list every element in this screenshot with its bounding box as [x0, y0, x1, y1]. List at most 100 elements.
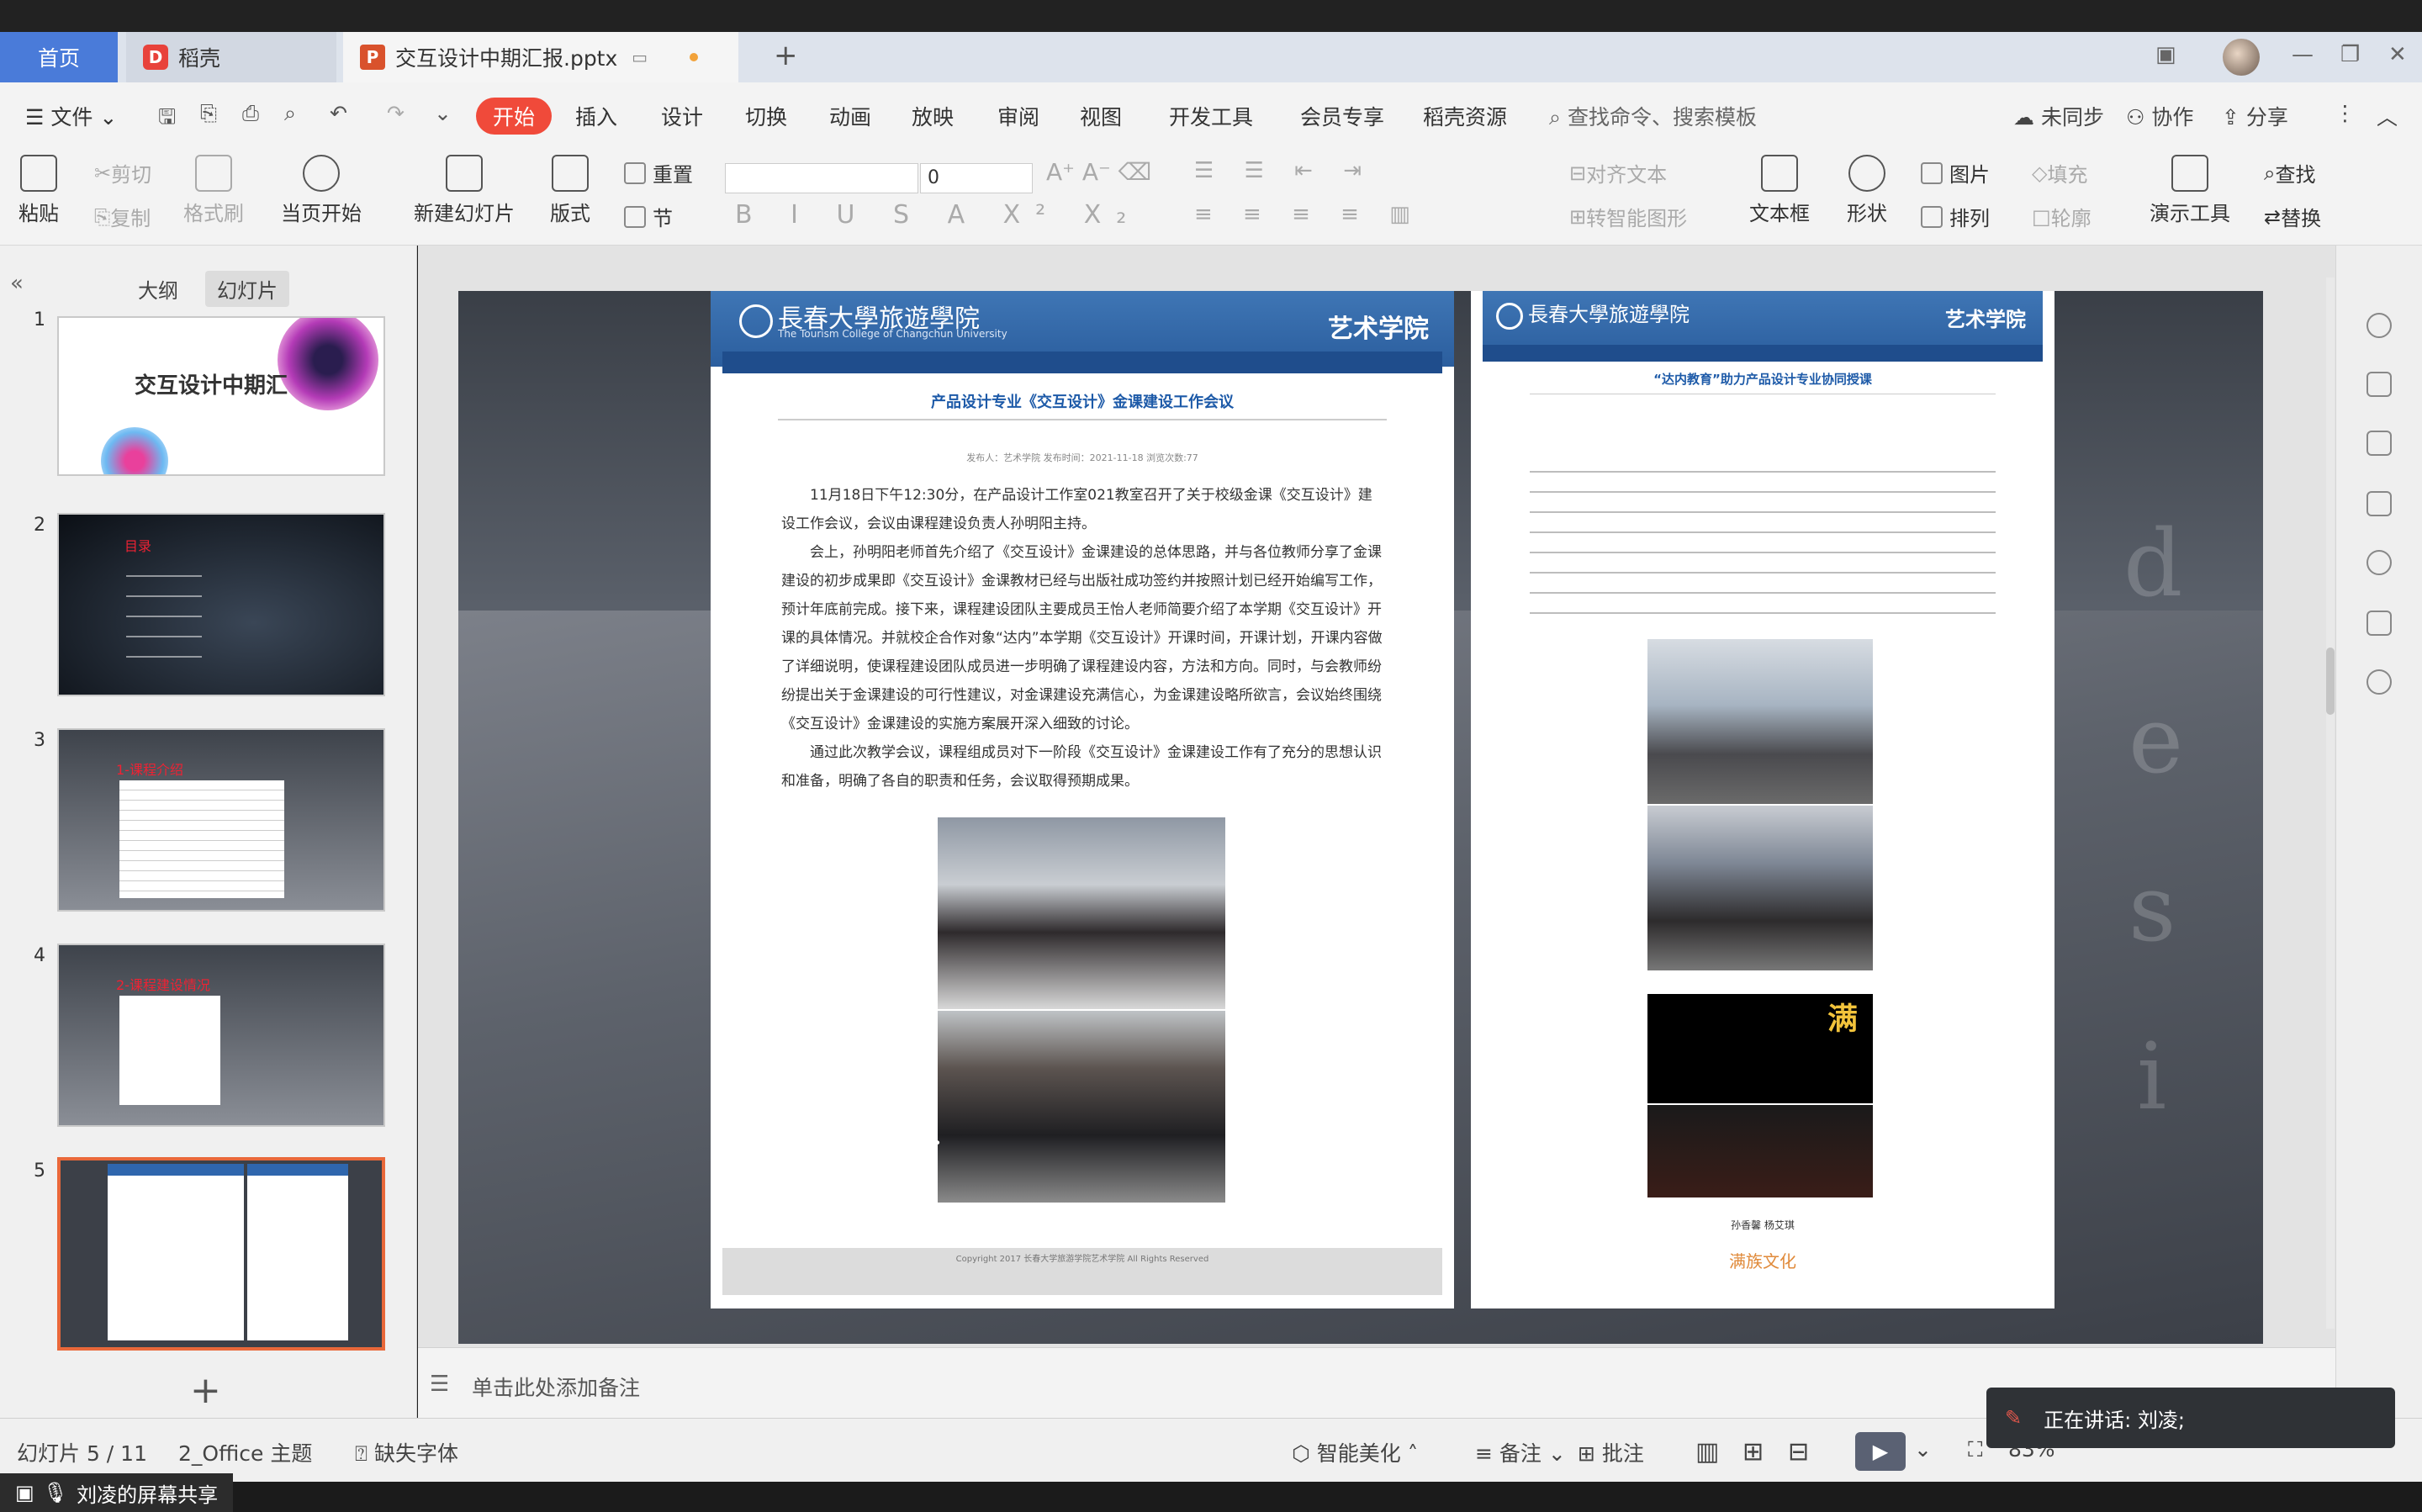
menu-view[interactable]: 视图: [1080, 101, 1122, 131]
theme-name[interactable]: 2_Office 主题: [178, 1437, 312, 1467]
menu-start[interactable]: 开始: [476, 98, 553, 135]
arrange-button[interactable]: 排列: [1921, 202, 1990, 231]
smart-art-button[interactable]: ⊞ 转智能图形: [1569, 202, 1687, 231]
textbox-button[interactable]: 文本框: [1749, 155, 1810, 226]
share-button[interactable]: ⇪ 分享: [2222, 101, 2288, 131]
menu-slideshow[interactable]: 放映: [912, 101, 954, 131]
menu-developer[interactable]: 开发工具: [1169, 101, 1253, 131]
design-letter: s: [2129, 854, 2176, 962]
tab-current-file[interactable]: P 交互设计中期汇报.pptx ▭: [343, 32, 738, 82]
settings-sliders-icon[interactable]: [2366, 372, 2392, 397]
redo-icon[interactable]: ↷: [387, 101, 405, 125]
menu-review[interactable]: 审阅: [997, 101, 1039, 131]
tab-file-label: 交互设计中期汇报.pptx: [395, 46, 618, 71]
menu-member[interactable]: 会员专享: [1300, 101, 1384, 131]
vertical-scrollbar[interactable]: [2326, 278, 2335, 1329]
new-slide-button[interactable]: 新建幻灯片: [414, 155, 515, 226]
fit-window-icon[interactable]: ⛶: [1968, 1437, 1983, 1462]
align-text-button[interactable]: ⊟ 对齐文本: [1569, 158, 1667, 188]
section-button[interactable]: 节: [624, 202, 673, 231]
format-painter-button[interactable]: 格式刷: [183, 155, 244, 226]
slide-thumb-2[interactable]: 目录: [57, 513, 385, 696]
find-button[interactable]: ⌕ 查找: [2264, 158, 2315, 188]
paste-button[interactable]: 粘贴: [19, 155, 59, 226]
menu-transition[interactable]: 切换: [745, 101, 787, 131]
notes-placeholder[interactable]: 单击此处添加备注: [472, 1372, 640, 1402]
collapse-ribbon-icon[interactable]: ︿: [2377, 101, 2398, 131]
font-family-select[interactable]: [725, 163, 918, 193]
window-layout-icon[interactable]: ▣: [2155, 42, 2176, 67]
comments-button[interactable]: ⊞ 批注: [1578, 1437, 1644, 1467]
sync-status[interactable]: ☁ 未同步: [2013, 101, 2104, 131]
cut-button[interactable]: ✂ 剪切: [94, 158, 151, 188]
slides-icon[interactable]: [2366, 491, 2392, 516]
article-title: “达内教育”助力产品设计专业协同授课: [1653, 372, 1872, 387]
print-icon[interactable]: ⎙: [242, 101, 259, 126]
current-slide[interactable]: d e s i 長春大學旅遊學院 The Tourism College of …: [458, 291, 2263, 1344]
menu-insert[interactable]: 插入: [575, 101, 617, 131]
collab-button[interactable]: ⚇ 协作: [2126, 101, 2193, 131]
presenter-tools-button[interactable]: 演示工具: [2150, 155, 2230, 226]
layout-button[interactable]: 版式: [550, 155, 590, 226]
add-slide-plus-icon[interactable]: +: [190, 1369, 221, 1412]
picture-button[interactable]: 图片: [1921, 158, 1990, 188]
play-from-current-button[interactable]: 当页开始: [281, 155, 362, 226]
slide-thumb-3[interactable]: 1-课程介绍: [57, 728, 385, 912]
tab-docer[interactable]: D 稻壳: [126, 32, 336, 82]
fill-button[interactable]: ◇ 填充: [2032, 158, 2087, 188]
image-edit-icon[interactable]: [2366, 611, 2392, 636]
save-icon[interactable]: 🖫: [158, 101, 176, 137]
monitor-icon[interactable]: ▭: [632, 47, 648, 67]
star-icon[interactable]: [2366, 431, 2392, 456]
tab-home[interactable]: 首页: [0, 32, 118, 82]
tab-slides[interactable]: 幻灯片: [205, 271, 289, 307]
menu-design[interactable]: 设计: [661, 101, 703, 131]
reading-view-icon[interactable]: ⊟: [1788, 1437, 1809, 1467]
slide-thumb-5[interactable]: [57, 1157, 385, 1351]
font-size-select[interactable]: 0: [920, 163, 1033, 193]
quick-access-dropdown-icon[interactable]: ⌄: [434, 101, 452, 125]
mic-muted-icon: ✎: [2005, 1406, 2023, 1430]
export-pdf-icon[interactable]: ⎘: [200, 101, 217, 126]
restore-icon[interactable]: ❐: [2340, 42, 2360, 67]
menu-animation[interactable]: 动画: [829, 101, 871, 131]
collapse-panel-icon[interactable]: «: [10, 271, 24, 296]
file-menu[interactable]: ☰ 文件 ⌄: [25, 101, 117, 131]
replace-button[interactable]: ⇄ 替换: [2264, 202, 2321, 231]
missing-font-button[interactable]: ⍰ 缺失字体: [355, 1437, 458, 1467]
command-search[interactable]: ⌕ 查找命令、搜索模板: [1549, 101, 1757, 131]
font-style-buttons[interactable]: B I U S A X² X₂: [735, 200, 1141, 230]
undo-icon[interactable]: ↶: [330, 101, 347, 125]
menu-docer-resources[interactable]: 稻壳资源: [1423, 101, 1507, 131]
scrollbar-thumb[interactable]: [2326, 648, 2335, 715]
compass-icon[interactable]: [2366, 669, 2392, 695]
reset-button[interactable]: 重置: [624, 158, 693, 188]
slide-thumb-1[interactable]: 交互设计中期汇: [57, 316, 385, 476]
user-avatar[interactable]: [2223, 39, 2260, 76]
tab-outline[interactable]: 大纲: [126, 271, 190, 307]
new-tab-plus-icon[interactable]: +: [774, 39, 798, 72]
close-icon[interactable]: ✕: [2388, 42, 2407, 67]
font-grow-shrink[interactable]: A⁺ A⁻ ⌫: [1046, 158, 1151, 186]
slideshow-play-button[interactable]: ▶: [1855, 1432, 1906, 1471]
thumb-title: 交互设计中期汇: [135, 373, 288, 399]
slide-thumbnail-panel: « 大纲 幻灯片 1 交互设计中期汇 2 目录 3 1-课程介绍 4 2-课程建…: [0, 246, 417, 1418]
notes-toggle-button[interactable]: ≡ 备注 ⌄: [1475, 1437, 1566, 1467]
more-icon[interactable]: ⋮: [2335, 101, 2356, 125]
paragraph-align-buttons[interactable]: ≡ ≡ ≡ ≡ ▥: [1194, 202, 1422, 227]
webpage-screenshot-right[interactable]: 長春大學旅遊學院 艺术学院 “达内教育”助力产品设计专业协同授课 满 孙香馨 杨…: [1471, 291, 2054, 1308]
shape-button[interactable]: 形状: [1847, 155, 1887, 226]
copy-button[interactable]: ⎘ 复制: [94, 202, 151, 231]
slide-sorter-icon[interactable]: ⊞: [1742, 1437, 1764, 1467]
normal-view-icon[interactable]: ▥: [1695, 1437, 1719, 1467]
webpage-screenshot-left[interactable]: 長春大學旅遊學院 The Tourism College of Changchu…: [711, 291, 1454, 1308]
preview-icon[interactable]: ⌕: [284, 101, 296, 126]
smart-beautify-button[interactable]: ⬡ 智能美化 ˄: [1292, 1437, 1418, 1467]
rocket-icon[interactable]: [2366, 313, 2392, 338]
outline-button[interactable]: □ 轮廓: [2032, 202, 2091, 231]
minimize-icon[interactable]: —: [2292, 42, 2314, 67]
list-indent-buttons[interactable]: ☰ ☰ ⇤ ⇥: [1194, 158, 1373, 183]
help-icon[interactable]: [2366, 550, 2392, 575]
slide-thumb-4[interactable]: 2-课程建设情况: [57, 944, 385, 1127]
play-dropdown-icon[interactable]: ⌄: [1914, 1437, 1932, 1462]
